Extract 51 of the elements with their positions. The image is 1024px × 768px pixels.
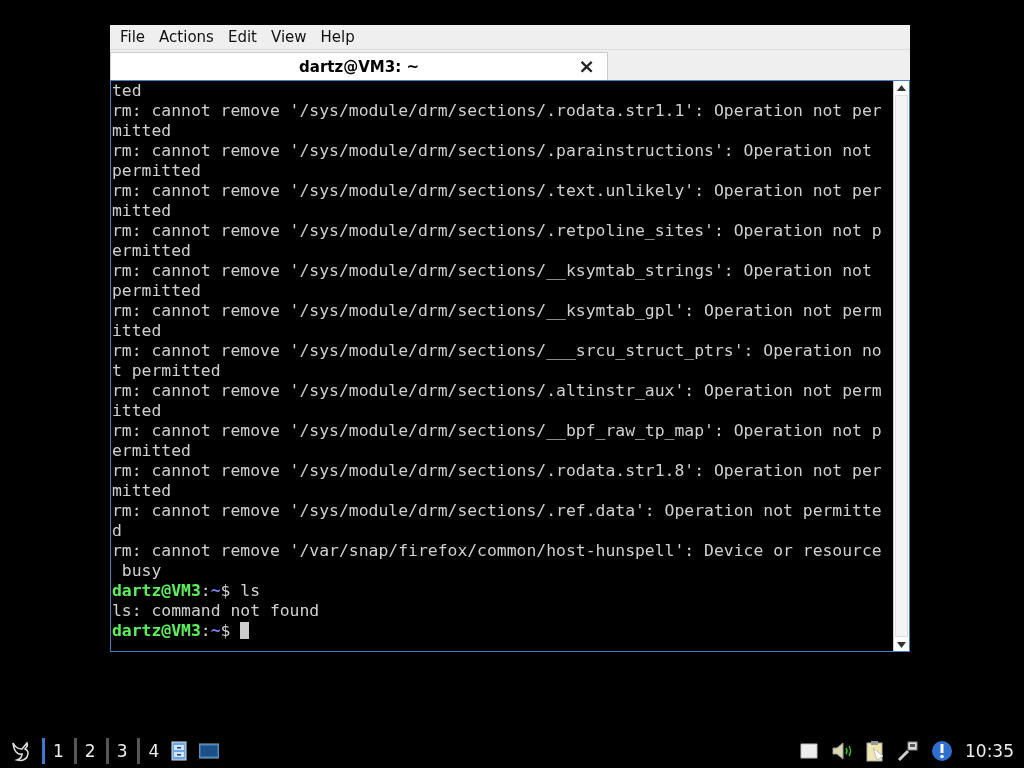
terminal-line: ermitted [112,241,192,261]
terminal-line: ermitted [112,441,192,461]
terminal-line: ls: command not found [112,601,321,621]
scroll-down-icon[interactable] [897,641,906,648]
terminal-prompt-line: dartz@VM3:~$ [112,621,893,641]
scroll-up-icon[interactable] [897,84,906,91]
terminal-line: rm: cannot remove '/sys/module/drm/sections/.rodata.str1.1': Operation not per [112,101,883,121]
terminal-line: rm: cannot remove '/sys/module/drm/sections/__ksymtab_strings': Operation not [112,261,873,281]
clipboard-icon[interactable] [865,740,885,762]
terminal-line: busy [120,561,163,581]
file-cabinet-icon[interactable] [171,741,188,761]
tab[interactable]: dartz@VM3: ~ × [110,52,608,80]
terminal-line: rm: cannot remove '/sys/module/drm/sections/.text.unlikely': Operation not per [112,181,883,201]
volume-icon[interactable] [831,742,853,760]
desktop-button[interactable]: 3 [105,738,134,764]
desktop-button[interactable]: 2 [73,738,102,764]
terminal-line: itted [112,321,163,341]
terminal-line: rm: cannot remove '/sys/module/drm/sections/.ref.data': Operation not permitte [112,501,883,521]
terminal-line: ted [112,81,143,101]
terminal-line: permitted [112,161,202,181]
terminal-line: mitted [112,121,173,141]
terminal-line: mitted [112,201,173,221]
drive-icon[interactable] [799,742,819,760]
close-icon[interactable]: × [578,55,595,77]
menu-item[interactable]: Help [314,28,361,46]
monitor-icon[interactable] [199,743,220,759]
terminal-line: rm: cannot remove '/sys/module/drm/sections/.rodata.str1.8': Operation not per [112,461,883,481]
menu-item[interactable]: Actions [153,28,220,46]
terminal-line: rm: cannot remove '/sys/module/drm/sections/.parainstructions': Operation not [112,141,873,161]
menu-item[interactable]: View [264,28,313,46]
terminal-line: rm: cannot remove '/sys/module/drm/sections/___srcu_struct_ptrs': Operation no [112,341,883,361]
terminal-line: rm: cannot remove '/var/snap/firefox/common/host-hunspell': Device or resource [112,541,883,561]
terminal-line: rm: cannot remove '/sys/module/drm/sections/__ksymtab_gpl': Operation not perm [112,301,883,321]
bird-icon[interactable] [10,739,32,763]
terminal-line: itted [112,401,163,421]
terminal-prompt-line: dartz@VM3:~$ ls [112,581,262,601]
terminal-line: rm: cannot remove '/sys/module/drm/sections/__bpf_raw_tp_map': Operation not p [112,421,883,441]
info-icon[interactable] [931,740,953,762]
scrollbar[interactable] [893,81,909,651]
clock[interactable]: 10:35 [965,741,1014,761]
menu-item[interactable]: Edit [221,28,263,46]
terminal-line: mitted [112,481,173,501]
terminal-line: d [112,521,123,541]
desktop-button[interactable]: 4 [137,738,166,764]
network-icon[interactable] [897,740,919,762]
terminal-line: t permitted [112,361,222,381]
terminal-line: permitted [112,281,202,301]
menu-item[interactable]: File [114,28,152,46]
terminal-line: rm: cannot remove '/sys/module/drm/sections/.retpoline_sites': Operation not p [112,221,883,241]
desktop-button[interactable]: 1 [42,738,70,764]
terminal-line: rm: cannot remove '/sys/module/drm/sections/.altinstr_aux': Operation not perm [112,381,883,401]
